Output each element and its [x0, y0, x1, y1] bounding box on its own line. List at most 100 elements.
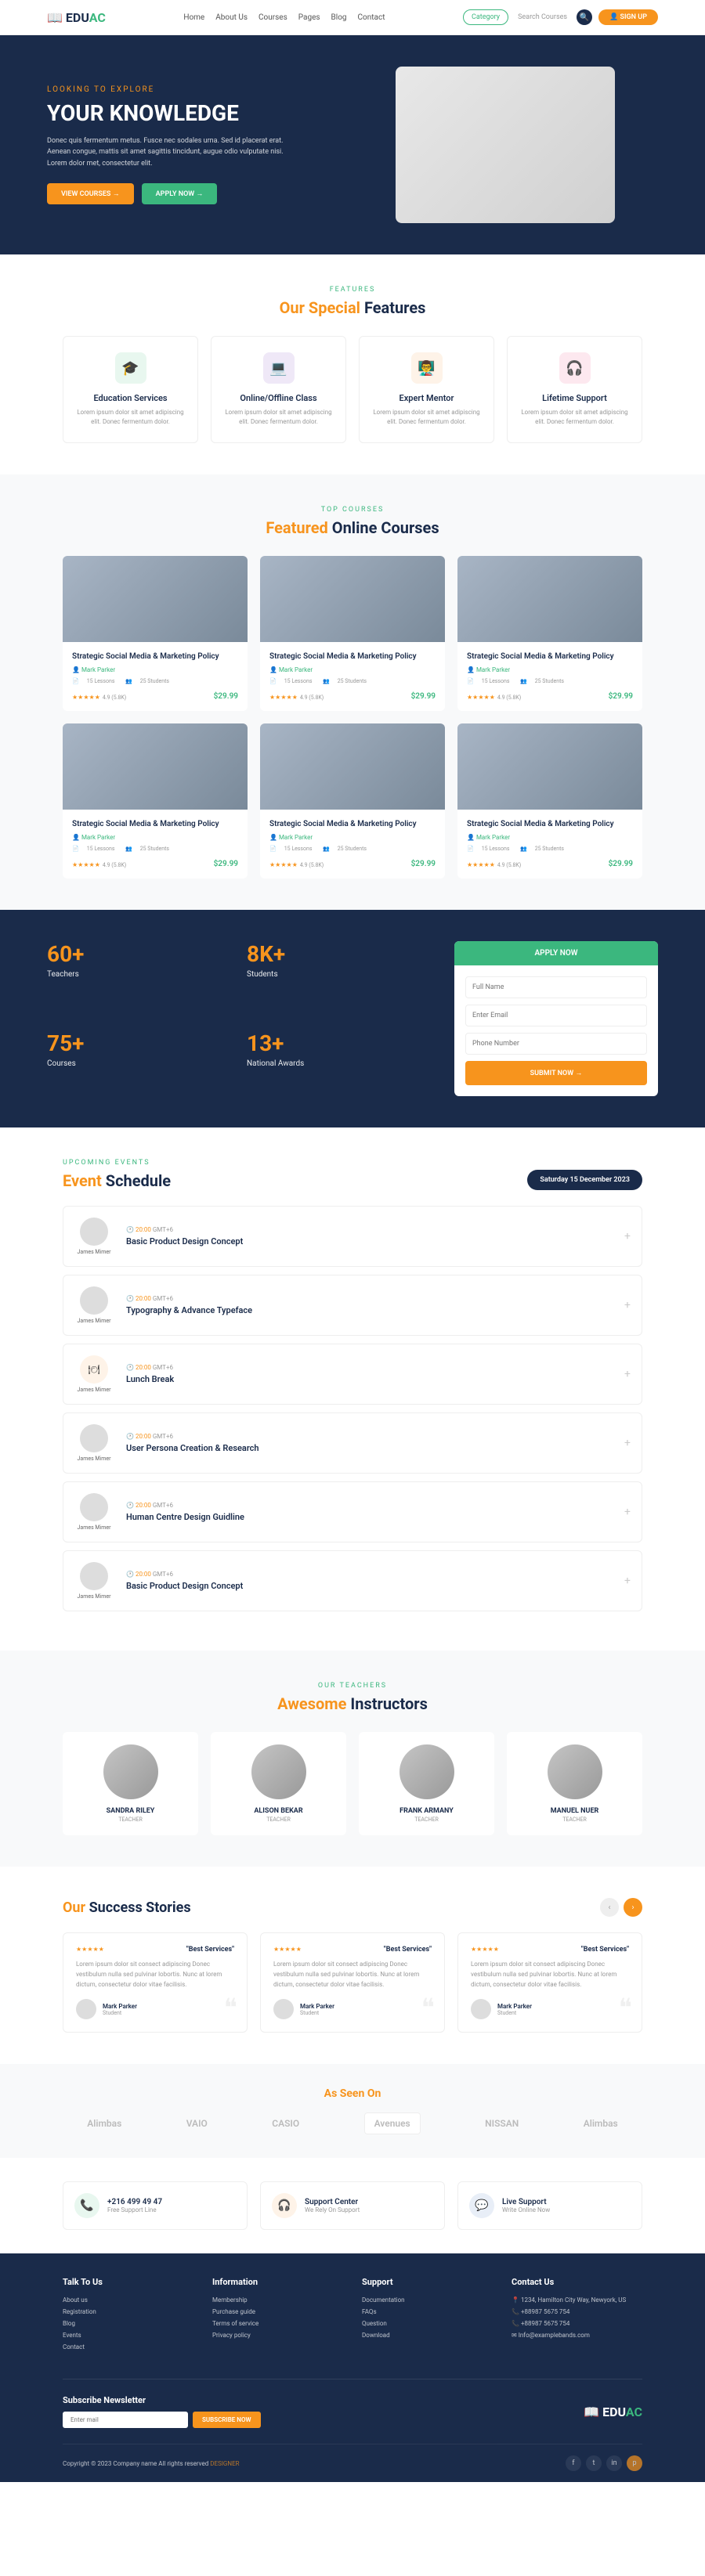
footer-link[interactable]: Membership: [212, 2296, 343, 2304]
testimonial-card: ★★★★★"Best Services"Lorem ipsum dolor si…: [63, 1932, 248, 2033]
course-card[interactable]: Strategic Social Media & Marketing Polic…: [63, 723, 248, 879]
footer-link[interactable]: Privacy policy: [212, 2332, 343, 2339]
contact-card[interactable]: 💬Live SupportWrite Online Now: [457, 2181, 642, 2230]
star-rating: ★★★★★: [273, 1946, 302, 1954]
nav-contact[interactable]: Contact: [358, 13, 385, 22]
event-row[interactable]: James Mimer🕐 20:00 GMT+6Basic Product De…: [63, 1206, 642, 1267]
event-title: User Persona Creation & Research: [126, 1443, 612, 1453]
course-image: [260, 556, 445, 642]
partner-logo[interactable]: NISSAN: [485, 2118, 519, 2129]
footer-link[interactable]: ✉ Info@examplebands.com: [512, 2332, 642, 2339]
submit-button[interactable]: SUBMIT NOW →: [465, 1061, 647, 1085]
contact-card[interactable]: 📞+216 499 49 47Free Support Line: [63, 2181, 248, 2230]
expand-icon[interactable]: +: [624, 1368, 631, 1380]
signup-button[interactable]: 👤 SIGN UP: [598, 9, 658, 25]
feature-card[interactable]: 💻Online/Offline ClassLorem ipsum dolor s…: [211, 336, 346, 443]
instructor-name: FRANK ARMANY: [371, 1807, 482, 1815]
partner-logo[interactable]: Alimbas: [87, 2118, 121, 2129]
instructor-card[interactable]: MANUEL NUERTEACHER: [507, 1732, 642, 1835]
expand-icon[interactable]: +: [624, 1575, 631, 1587]
category-dropdown[interactable]: Category: [463, 9, 508, 25]
logo-edu: EDU: [66, 10, 89, 25]
instructor-avatar: [251, 1744, 306, 1799]
nav-home[interactable]: Home: [183, 13, 204, 22]
nav-blog[interactable]: Blog: [331, 13, 347, 22]
pinterest-icon[interactable]: p: [627, 2455, 642, 2471]
contact-card[interactable]: 🎧Support CenterWe Rely On Support: [260, 2181, 445, 2230]
feature-card[interactable]: 🎓Education ServicesLorem ipsum dolor sit…: [63, 336, 198, 443]
footer-logo[interactable]: 📖 EDUAC: [584, 2405, 642, 2419]
footer-link[interactable]: 📞 +88987 5675 754: [512, 2320, 642, 2327]
nav-pages[interactable]: Pages: [298, 13, 320, 22]
course-card[interactable]: Strategic Social Media & Marketing Polic…: [260, 556, 445, 711]
email-input[interactable]: [465, 1005, 647, 1026]
expand-icon[interactable]: +: [624, 1299, 631, 1311]
footer-link[interactable]: Documentation: [362, 2296, 493, 2304]
testimonial-card: ★★★★★"Best Services"Lorem ipsum dolor si…: [457, 1932, 642, 2033]
search-button[interactable]: 🔍: [577, 9, 592, 25]
main-footer: Talk To UsAbout usRegistrationBlogEvents…: [0, 2253, 705, 2482]
footer-link[interactable]: Purchase guide: [212, 2308, 343, 2315]
feature-card[interactable]: 👨‍🏫Expert MentorLorem ipsum dolor sit am…: [359, 336, 494, 443]
event-time: 🕐 20:00 GMT+6: [126, 1502, 612, 1509]
nav-about[interactable]: About Us: [215, 13, 248, 22]
instructor-card[interactable]: SANDRA RILEYTEACHER: [63, 1732, 198, 1835]
footer-link[interactable]: 📍 1234, Hamilton City Way, Newyork, US: [512, 2296, 642, 2304]
view-courses-button[interactable]: VIEW COURSES →: [47, 183, 134, 204]
next-arrow[interactable]: ›: [624, 1898, 642, 1917]
footer-link[interactable]: About us: [63, 2296, 193, 2304]
footer-link[interactable]: Question: [362, 2320, 493, 2327]
feature-card[interactable]: 🎧Lifetime SupportLorem ipsum dolor sit a…: [507, 336, 642, 443]
newsletter-input[interactable]: [63, 2412, 188, 2428]
footer-link[interactable]: Download: [362, 2332, 493, 2339]
footer-link[interactable]: Events: [63, 2332, 193, 2339]
footer-link[interactable]: FAQs: [362, 2308, 493, 2315]
twitter-icon[interactable]: t: [586, 2455, 602, 2471]
course-card[interactable]: Strategic Social Media & Marketing Polic…: [457, 723, 642, 879]
course-price: $29.99: [214, 860, 238, 868]
partner-logo[interactable]: VAIO: [186, 2118, 208, 2129]
course-card[interactable]: Strategic Social Media & Marketing Polic…: [457, 556, 642, 711]
features-subtitle: FEATURES: [63, 286, 642, 294]
nav-courses[interactable]: Courses: [258, 13, 287, 22]
course-card[interactable]: Strategic Social Media & Marketing Polic…: [63, 556, 248, 711]
logo-icon: 📖: [584, 2405, 599, 2419]
footer-link[interactable]: Contact: [63, 2343, 193, 2351]
footer-link[interactable]: Terms of service: [212, 2320, 343, 2327]
phone-input[interactable]: [465, 1033, 647, 1055]
event-row[interactable]: James Mimer🕐 20:00 GMT+6Human Centre Des…: [63, 1481, 642, 1542]
feature-desc: Lorem ipsum dolor sit amet adipiscing el…: [369, 408, 484, 427]
footer-link[interactable]: Registration: [63, 2308, 193, 2315]
event-date-badge[interactable]: Saturday 15 December 2023: [527, 1170, 642, 1190]
stats-section: 60+Teachers8K+Students75+Courses13+Natio…: [0, 910, 705, 1127]
partner-logo[interactable]: Avenues: [364, 2112, 421, 2134]
search-input[interactable]: Search Courses: [515, 10, 570, 24]
logo[interactable]: 📖 EDUAC: [47, 10, 106, 25]
footer-link[interactable]: Blog: [63, 2320, 193, 2327]
partner-logo[interactable]: CASIO: [272, 2118, 299, 2129]
event-row[interactable]: 🍽James Mimer🕐 20:00 GMT+6Lunch Break+: [63, 1344, 642, 1405]
event-row[interactable]: James Mimer🕐 20:00 GMT+6Typography & Adv…: [63, 1275, 642, 1336]
feature-title: Expert Mentor: [369, 393, 484, 403]
author-avatar: [471, 1999, 491, 2019]
prev-arrow[interactable]: ‹: [600, 1898, 619, 1917]
fullname-input[interactable]: [465, 976, 647, 998]
partner-logo[interactable]: Alimbas: [584, 2118, 618, 2129]
linkedin-icon[interactable]: in: [606, 2455, 622, 2471]
footer-col-title: Contact Us: [512, 2277, 642, 2287]
expand-icon[interactable]: +: [624, 1230, 631, 1243]
speaker-name: James Mimer: [74, 1456, 114, 1462]
footer-link[interactable]: 📞 +88987 5675 754: [512, 2308, 642, 2315]
expand-icon[interactable]: +: [624, 1506, 631, 1518]
event-row[interactable]: James Mimer🕐 20:00 GMT+6Basic Product De…: [63, 1550, 642, 1611]
instructor-card[interactable]: ALISON BEKARTEACHER: [211, 1732, 346, 1835]
subscribe-button[interactable]: SUBSCRIBE NOW: [193, 2412, 261, 2428]
apply-now-button[interactable]: APPLY NOW →: [142, 183, 218, 204]
instructor-card[interactable]: FRANK ARMANYTEACHER: [359, 1732, 494, 1835]
facebook-icon[interactable]: f: [566, 2455, 581, 2471]
event-row[interactable]: James Mimer🕐 20:00 GMT+6User Persona Cre…: [63, 1412, 642, 1474]
event-title: Basic Product Design Concept: [126, 1236, 612, 1247]
course-card[interactable]: Strategic Social Media & Marketing Polic…: [260, 723, 445, 879]
expand-icon[interactable]: +: [624, 1437, 631, 1449]
apply-form: APPLY NOW SUBMIT NOW →: [454, 941, 658, 1096]
